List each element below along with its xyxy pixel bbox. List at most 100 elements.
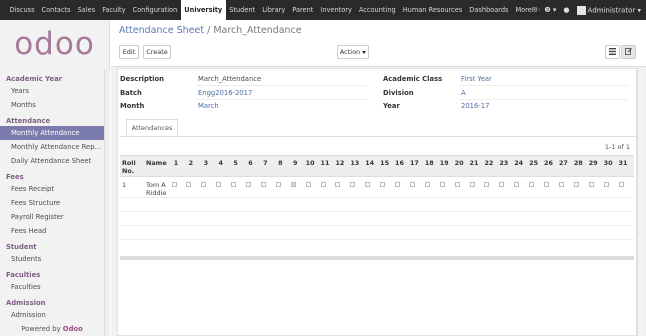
action-dropdown[interactable]: Action: [337, 45, 369, 59]
topnav-item-human-resources[interactable]: Human Resources: [399, 0, 466, 20]
attendance-checkbox-day-27[interactable]: [558, 182, 564, 187]
attendance-checkbox-day-10[interactable]: [305, 182, 311, 187]
attendance-checkbox-day-28[interactable]: [573, 182, 579, 187]
edit-button[interactable]: Edit: [119, 45, 139, 59]
attendance-checkbox-day-12[interactable]: [335, 182, 341, 187]
breadcrumb-separator: /: [207, 25, 211, 36]
division-link[interactable]: A: [461, 89, 466, 97]
attendance-checkbox-day-6[interactable]: [246, 182, 251, 187]
roll-cell: 1: [122, 181, 127, 189]
caret-down-icon: [362, 50, 367, 54]
sidebar-item-years[interactable]: Years: [0, 84, 104, 98]
create-button[interactable]: Create: [143, 45, 171, 59]
form-view-button[interactable]: [621, 45, 636, 59]
tab-attendances[interactable]: Attendances: [126, 119, 178, 137]
month-link[interactable]: March: [198, 102, 219, 110]
attendance-checkbox-day-15[interactable]: [380, 182, 386, 187]
topnav-item-inventory[interactable]: Inventory: [317, 0, 356, 20]
sidebar-section-admission: Admission: [6, 299, 46, 307]
sidebar-item-months[interactable]: Months: [0, 98, 104, 112]
topnav-item-dashboards[interactable]: Dashboards: [466, 0, 512, 20]
help-icon[interactable]: ❷ ▾: [544, 6, 556, 14]
attendance-checkbox-day-30[interactable]: [603, 182, 609, 187]
attendance-checkbox-day-13[interactable]: [350, 182, 356, 187]
attendance-checkbox-day-24[interactable]: [514, 182, 520, 187]
day-header-19: 19: [439, 159, 449, 167]
attendance-checkbox-day-4[interactable]: [216, 182, 222, 187]
sidebar-scrollbar[interactable]: [104, 70, 110, 336]
roll-header-no: No.: [122, 167, 135, 175]
topnav-item-contacts[interactable]: Contacts: [38, 0, 74, 20]
sidebar-item-daily-attendance-sheet[interactable]: Daily Attendance Sheet: [0, 154, 104, 168]
topnav-item-discuss[interactable]: Discuss: [6, 0, 38, 20]
edit-form-icon: [625, 48, 632, 55]
year-link[interactable]: 2016-17: [461, 102, 489, 110]
attendance-checkbox-day-3[interactable]: [201, 182, 207, 187]
topnav-item-configuration[interactable]: Configuration: [129, 0, 181, 20]
day-header-16: 16: [395, 159, 404, 167]
attendance-checkbox-day-18[interactable]: [424, 182, 430, 187]
month-label: Month: [120, 102, 145, 110]
attendance-checkbox-day-22[interactable]: [484, 182, 490, 187]
odoo-brand-link[interactable]: Odoo: [63, 325, 83, 333]
topnav-item-library[interactable]: Library: [259, 0, 289, 20]
sidebar-item-monthly-attendance-rep[interactable]: Monthly Attendance Rep...: [0, 140, 104, 154]
attendance-checkbox-day-11[interactable]: [320, 182, 326, 187]
topnav-item-faculty[interactable]: Faculty: [99, 0, 129, 20]
day-header-2: 2: [188, 159, 194, 167]
breadcrumb-parent[interactable]: Attendance Sheet: [119, 25, 204, 36]
attendance-checkbox-day-31[interactable]: [618, 182, 624, 187]
attendance-checkbox-day-23[interactable]: [499, 182, 505, 187]
top-right-tray: ✉ ❷ ▾ ● Administrator ▾: [532, 0, 641, 20]
sidebar-item-admission[interactable]: Admission: [0, 308, 104, 322]
attendance-checkbox-day-21[interactable]: [469, 182, 475, 187]
sidebar-item-fees-head[interactable]: Fees Head: [0, 224, 104, 238]
topnav-item-sales[interactable]: Sales: [74, 0, 99, 20]
attendance-checkbox-day-5[interactable]: [231, 182, 237, 187]
attendance-checkbox-day-17[interactable]: [409, 182, 415, 187]
attendance-checkbox-day-19[interactable]: [439, 182, 445, 187]
topnav-item-university[interactable]: University: [180, 0, 226, 20]
roll-header: Roll: [122, 159, 136, 167]
sidebar-item-faculties[interactable]: Faculties: [0, 280, 104, 294]
attendance-checkbox-day-2[interactable]: [186, 182, 192, 187]
attendance-checkbox-day-7[interactable]: [260, 182, 266, 187]
attendance-checkbox-day-14[interactable]: [365, 182, 371, 187]
form-scrollbar[interactable]: [637, 68, 644, 336]
sidebar-item-fees-receipt[interactable]: Fees Receipt: [0, 182, 104, 196]
attendance-checkbox-day-8[interactable]: [275, 182, 281, 187]
batch-link[interactable]: Engg2016-2017: [198, 89, 252, 97]
sidebar-section-student: Student: [6, 243, 37, 251]
academic-class-link[interactable]: First Year: [461, 75, 492, 83]
attendance-checkbox-day-1[interactable]: [171, 182, 177, 187]
table-horizontal-scrollbar[interactable]: [120, 256, 634, 260]
attendance-checkbox-day-9[interactable]: [290, 182, 296, 187]
day-header-3: 3: [203, 159, 209, 167]
user-menu[interactable]: Administrator ▾: [576, 5, 641, 15]
sidebar-item-payroll-register[interactable]: Payroll Register: [0, 210, 104, 224]
day-header-5: 5: [233, 159, 238, 167]
mail-icon[interactable]: ✉: [532, 6, 538, 14]
topnav-item-accounting[interactable]: Accounting: [355, 0, 399, 20]
sidebar-item-students[interactable]: Students: [0, 252, 104, 266]
chat-icon[interactable]: ●: [563, 6, 569, 14]
topnav-item-parent[interactable]: Parent: [289, 0, 317, 20]
list-view-button[interactable]: [605, 45, 620, 59]
topnav-item-student[interactable]: Student: [226, 0, 259, 20]
user-name: Administrator: [587, 6, 636, 14]
sidebar-section-attendance: Attendance: [6, 117, 51, 125]
sidebar-item-fees-structure[interactable]: Fees Structure: [0, 196, 104, 210]
attendance-table-header: Roll No. Name 1 2 3 4 5 6 7 8 9 10 11 12 13 14 15 16 17 18 19…: [120, 155, 634, 177]
odoo-logo[interactable]: odoo: [0, 20, 109, 68]
day-header-15: 15: [380, 159, 390, 167]
name-header: Name: [146, 159, 167, 167]
attendance-checkbox-day-16[interactable]: [395, 182, 400, 187]
day-header-26: 26: [544, 159, 553, 167]
attendance-checkbox-day-20[interactable]: [454, 182, 460, 187]
attendance-checkbox-day-29[interactable]: [588, 182, 594, 187]
sidebar-item-monthly-attendance[interactable]: Monthly Attendance: [0, 126, 104, 140]
tab-divider: [120, 136, 636, 137]
attendance-checkbox-day-26[interactable]: [544, 182, 549, 187]
attendance-checkbox-day-25[interactable]: [529, 182, 535, 187]
year-label: Year: [383, 102, 400, 110]
